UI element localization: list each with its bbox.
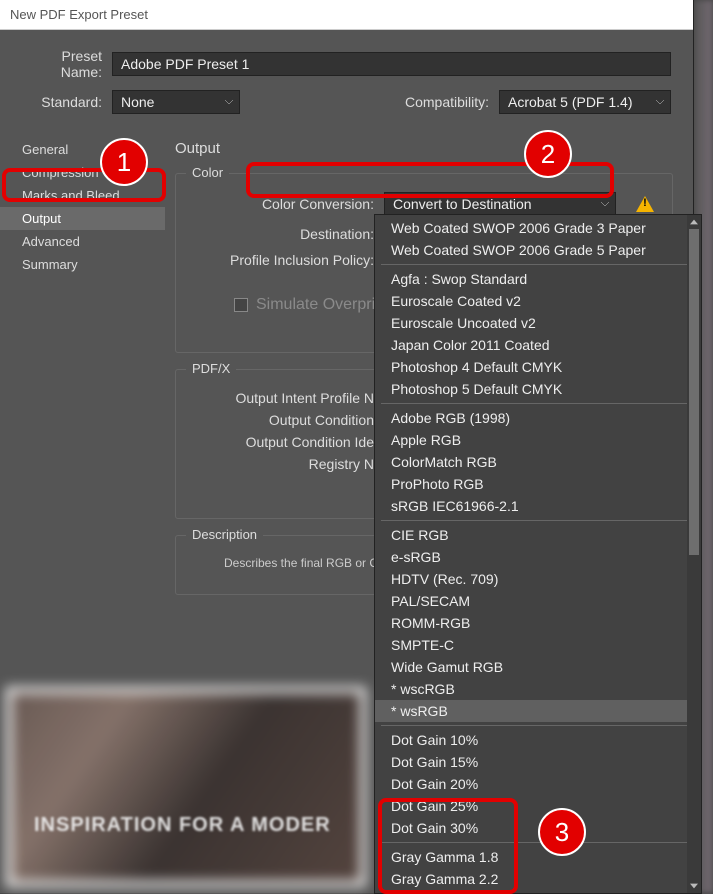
scroll-up-arrow-icon[interactable] — [687, 215, 701, 229]
menu-item[interactable]: ROMM-RGB — [375, 612, 701, 634]
output-intent-profile-label: Output Intent Profile N — [194, 390, 384, 406]
pdfx-legend: PDF/X — [186, 361, 236, 376]
menu-item[interactable]: Wide Gamut RGB — [375, 656, 701, 678]
sidebar-item-summary[interactable]: Summary — [0, 253, 165, 276]
scroll-thumb[interactable] — [689, 229, 699, 555]
panel-title: Output — [175, 140, 673, 157]
simulate-overprint-label: Simulate Overprint — [256, 296, 389, 314]
menu-item[interactable]: PAL/SECAM — [375, 590, 701, 612]
inclusion-policy-label: Profile Inclusion Policy: — [194, 252, 384, 268]
menu-separator — [381, 725, 695, 726]
menu-item[interactable]: e-sRGB — [375, 546, 701, 568]
destination-label: Destination: — [194, 226, 384, 242]
compatibility-value: Acrobat 5 (PDF 1.4) — [508, 94, 633, 110]
description-legend: Description — [186, 527, 263, 542]
menu-separator — [381, 842, 695, 843]
background-document-preview — [6, 687, 366, 887]
window-title: New PDF Export Preset — [10, 7, 148, 22]
menu-separator — [381, 520, 695, 521]
output-condition-label: Output Condition — [194, 412, 384, 428]
menu-item[interactable]: Dot Gain 25% — [375, 795, 701, 817]
sidebar-item-output[interactable]: Output — [0, 207, 165, 230]
compatibility-label: Compatibility: — [405, 94, 499, 110]
sidebar-item-compression[interactable]: Compression — [0, 161, 165, 184]
menu-item[interactable]: Gray Gamma 1.8 — [375, 846, 701, 868]
menu-item[interactable]: Adobe RGB (1998) — [375, 407, 701, 429]
menu-item[interactable]: * wscRGB — [375, 678, 701, 700]
menu-item[interactable]: Photoshop 4 Default CMYK — [375, 356, 701, 378]
menu-item[interactable]: Agfa : Swop Standard — [375, 268, 701, 290]
menu-item[interactable]: Photoshop 5 Default CMYK — [375, 378, 701, 400]
menu-item[interactable]: Euroscale Coated v2 — [375, 290, 701, 312]
sidebar-item-advanced[interactable]: Advanced — [0, 230, 165, 253]
menu-item[interactable]: Dot Gain 30% — [375, 817, 701, 839]
color-conversion-label: Color Conversion: — [194, 196, 384, 212]
menu-separator — [381, 403, 695, 404]
menu-item[interactable]: sRGB IEC61966-2.1 — [375, 495, 701, 517]
menu-item[interactable]: Apple RGB — [375, 429, 701, 451]
menu-item[interactable]: Web Coated SWOP 2006 Grade 5 Paper — [375, 239, 701, 261]
menu-item[interactable]: SMPTE-C — [375, 634, 701, 656]
output-condition-id-label: Output Condition Ide — [194, 434, 384, 450]
standard-value: None — [121, 94, 154, 110]
registry-name-label: Registry N — [194, 456, 384, 472]
standard-select[interactable]: None — [112, 90, 240, 114]
compatibility-select[interactable]: Acrobat 5 (PDF 1.4) — [499, 90, 671, 114]
scroll-down-arrow-icon[interactable] — [687, 879, 701, 893]
menu-item[interactable]: Japan Color 2011 Coated — [375, 334, 701, 356]
menu-item[interactable]: * wsRGB — [375, 700, 701, 722]
standard-label: Standard: — [22, 94, 112, 110]
dialog-header: Preset Name: Standard: None Compatibilit… — [0, 30, 693, 132]
menu-item[interactable]: ProPhoto RGB — [375, 473, 701, 495]
menu-item[interactable]: ColorMatch RGB — [375, 451, 701, 473]
sidebar: GeneralCompressionMarks and BleedOutputA… — [0, 132, 165, 619]
destination-dropdown-menu[interactable]: Web Coated SWOP 2006 Grade 3 PaperWeb Co… — [374, 214, 702, 894]
menu-item[interactable]: Dot Gain 20% — [375, 773, 701, 795]
simulate-overprint-checkbox[interactable] — [234, 298, 248, 312]
menu-separator — [381, 264, 695, 265]
menu-item[interactable]: Gray Gamma 2.2 — [375, 868, 701, 890]
dropdown-scrollbar[interactable] — [687, 215, 701, 893]
preset-name-input[interactable] — [112, 52, 671, 76]
preset-name-label: Preset Name: — [22, 48, 112, 80]
sidebar-item-marks-and-bleed[interactable]: Marks and Bleed — [0, 184, 165, 207]
color-conversion-select[interactable]: Convert to Destination — [384, 192, 616, 216]
color-conversion-value: Convert to Destination — [393, 196, 532, 212]
color-legend: Color — [186, 165, 229, 180]
menu-item[interactable]: Dot Gain 10% — [375, 729, 701, 751]
menu-item[interactable]: Dot Gain 15% — [375, 751, 701, 773]
title-bar: New PDF Export Preset — [0, 0, 693, 30]
menu-item[interactable]: CIE RGB — [375, 524, 701, 546]
menu-item[interactable]: Web Coated SWOP 2006 Grade 3 Paper — [375, 217, 701, 239]
menu-item[interactable]: Euroscale Uncoated v2 — [375, 312, 701, 334]
menu-item[interactable]: HDTV (Rec. 709) — [375, 568, 701, 590]
warning-icon — [636, 196, 654, 212]
background-document-caption: INSPIRATION FOR A MODER — [34, 814, 331, 837]
sidebar-item-general[interactable]: General — [0, 138, 165, 161]
